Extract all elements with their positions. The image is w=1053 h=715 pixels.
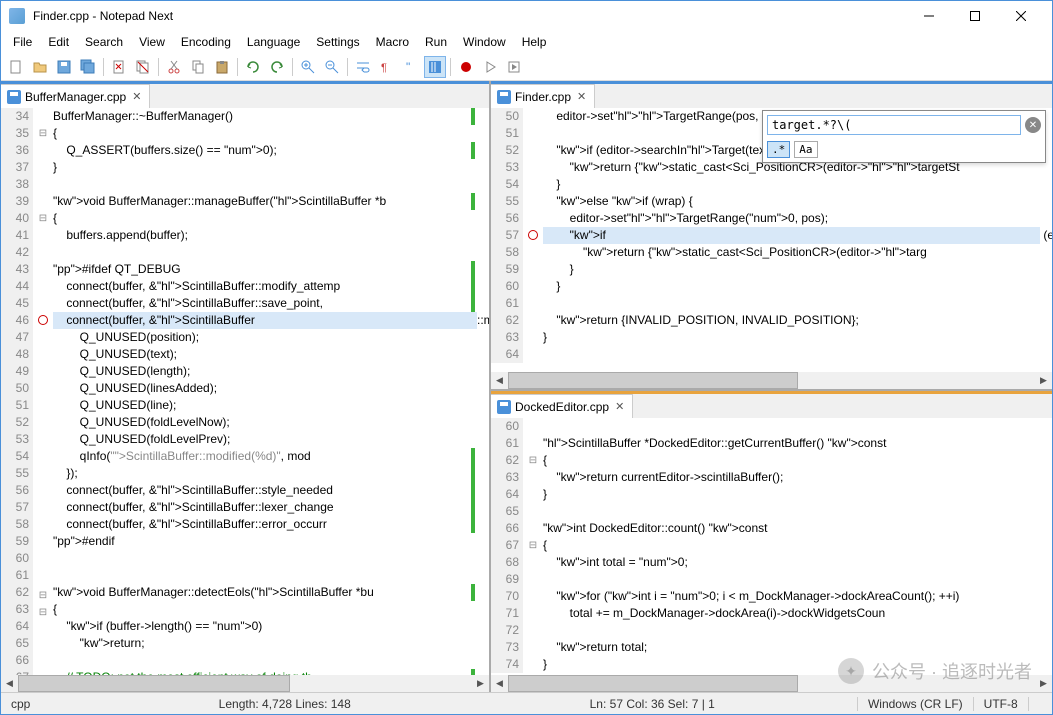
menu-file[interactable]: File bbox=[5, 33, 40, 51]
tab-finder[interactable]: Finder.cpp ✕ bbox=[491, 84, 595, 108]
scroll-left-arrow[interactable]: ◀ bbox=[1, 675, 18, 692]
menubar: File Edit Search View Encoding Language … bbox=[1, 31, 1052, 53]
play-macro-icon[interactable] bbox=[479, 56, 501, 78]
titlebar: Finder.cpp - Notepad Next bbox=[1, 1, 1052, 31]
zoom-out-icon[interactable] bbox=[321, 56, 343, 78]
scroll-right-arrow[interactable]: ▶ bbox=[1035, 675, 1052, 692]
save-icon bbox=[497, 400, 511, 414]
save-icon[interactable] bbox=[53, 56, 75, 78]
tab-buffermanager[interactable]: BufferManager.cpp ✕ bbox=[1, 84, 150, 108]
status-length: Length: 4,728 Lines: 148 bbox=[101, 697, 468, 711]
zoom-in-icon[interactable] bbox=[297, 56, 319, 78]
tab-label: BufferManager.cpp bbox=[25, 90, 126, 104]
tabbar-left: BufferManager.cpp ✕ bbox=[1, 84, 489, 108]
statusbar: cpp Length: 4,728 Lines: 148 Ln: 57 Col:… bbox=[1, 692, 1052, 714]
menu-macro[interactable]: Macro bbox=[368, 33, 417, 51]
save-macro-icon[interactable] bbox=[503, 56, 525, 78]
scroll-right-arrow[interactable]: ▶ bbox=[1035, 372, 1052, 389]
menu-window[interactable]: Window bbox=[455, 33, 514, 51]
find-case-toggle[interactable]: Aa bbox=[794, 141, 817, 158]
word-wrap-icon[interactable] bbox=[352, 56, 374, 78]
status-position: Ln: 57 Col: 36 Sel: 7 | 1 bbox=[468, 697, 835, 711]
editor-left[interactable]: 3435363738394041424344454647484950515253… bbox=[1, 108, 489, 692]
undo-icon[interactable] bbox=[242, 56, 264, 78]
redo-icon[interactable] bbox=[266, 56, 288, 78]
save-icon bbox=[7, 90, 21, 104]
tab-close-icon[interactable]: ✕ bbox=[613, 400, 626, 413]
status-encoding[interactable]: UTF-8 bbox=[973, 697, 1028, 711]
copy-icon[interactable] bbox=[187, 56, 209, 78]
save-all-icon[interactable] bbox=[77, 56, 99, 78]
status-empty bbox=[1028, 697, 1052, 711]
cut-icon[interactable] bbox=[163, 56, 185, 78]
app-icon bbox=[9, 8, 25, 24]
menu-view[interactable]: View bbox=[131, 33, 173, 51]
save-icon bbox=[497, 90, 511, 104]
pane-right: Finder.cpp ✕ 505152535455565758596061626… bbox=[491, 81, 1052, 692]
indent-guide-icon[interactable] bbox=[424, 56, 446, 78]
maximize-button[interactable] bbox=[952, 1, 998, 31]
record-macro-icon[interactable] bbox=[455, 56, 477, 78]
find-panel: ✕ .* Aa bbox=[762, 110, 1046, 163]
window-title: Finder.cpp - Notepad Next bbox=[33, 9, 173, 23]
menu-settings[interactable]: Settings bbox=[308, 33, 367, 51]
tab-close-icon[interactable]: ✕ bbox=[575, 90, 588, 103]
pane-left: BufferManager.cpp ✕ 34353637383940414243… bbox=[1, 81, 491, 692]
scroll-left-arrow[interactable]: ◀ bbox=[491, 675, 508, 692]
pane-top-right: Finder.cpp ✕ 505152535455565758596061626… bbox=[491, 81, 1052, 391]
scroll-left-arrow[interactable]: ◀ bbox=[491, 372, 508, 389]
quote-icon[interactable]: " bbox=[400, 56, 422, 78]
menu-run[interactable]: Run bbox=[417, 33, 455, 51]
menu-language[interactable]: Language bbox=[239, 33, 308, 51]
minimize-button[interactable] bbox=[906, 1, 952, 31]
tab-label: Finder.cpp bbox=[515, 90, 571, 104]
menu-search[interactable]: Search bbox=[77, 33, 131, 51]
open-file-icon[interactable] bbox=[29, 56, 51, 78]
svg-text:": " bbox=[406, 60, 410, 74]
scrollbar-horizontal[interactable]: ◀ ▶ bbox=[1, 675, 489, 692]
menu-encoding[interactable]: Encoding bbox=[173, 33, 239, 51]
svg-text:¶: ¶ bbox=[381, 62, 387, 74]
close-button[interactable] bbox=[998, 1, 1044, 31]
new-file-icon[interactable] bbox=[5, 56, 27, 78]
workspace: BufferManager.cpp ✕ 34353637383940414243… bbox=[1, 81, 1052, 692]
editor-bottomright[interactable]: 606162636465666768697071727374 ⊟ ⊟ "hl">… bbox=[491, 418, 1052, 692]
tabbar-bottomright: DockedEditor.cpp ✕ bbox=[491, 394, 1052, 418]
menu-edit[interactable]: Edit bbox=[40, 33, 77, 51]
tab-label: DockedEditor.cpp bbox=[515, 400, 609, 414]
tabbar-topright: Finder.cpp ✕ bbox=[491, 84, 1052, 108]
watermark: ✦ 公众号 · 追逐时光者 bbox=[838, 658, 1032, 684]
scrollbar-horizontal[interactable]: ◀ ▶ bbox=[491, 372, 1052, 389]
close-all-icon[interactable] bbox=[132, 56, 154, 78]
editor-topright[interactable]: 505152535455565758596061626364 editor->s… bbox=[491, 108, 1052, 389]
find-clear-icon[interactable]: ✕ bbox=[1025, 117, 1041, 133]
status-language: cpp bbox=[1, 697, 101, 711]
toolbar: ¶ " bbox=[1, 53, 1052, 81]
find-input[interactable] bbox=[767, 115, 1021, 135]
whitespace-icon[interactable]: ¶ bbox=[376, 56, 398, 78]
pane-bottom-right: DockedEditor.cpp ✕ 606162636465666768697… bbox=[491, 391, 1052, 692]
status-eol[interactable]: Windows (CR LF) bbox=[857, 697, 973, 711]
find-regex-toggle[interactable]: .* bbox=[767, 141, 790, 158]
scroll-right-arrow[interactable]: ▶ bbox=[472, 675, 489, 692]
wechat-icon: ✦ bbox=[838, 658, 864, 684]
tab-dockededitor[interactable]: DockedEditor.cpp ✕ bbox=[491, 394, 633, 418]
close-file-icon[interactable] bbox=[108, 56, 130, 78]
paste-icon[interactable] bbox=[211, 56, 233, 78]
tab-close-icon[interactable]: ✕ bbox=[130, 90, 143, 103]
menu-help[interactable]: Help bbox=[514, 33, 555, 51]
